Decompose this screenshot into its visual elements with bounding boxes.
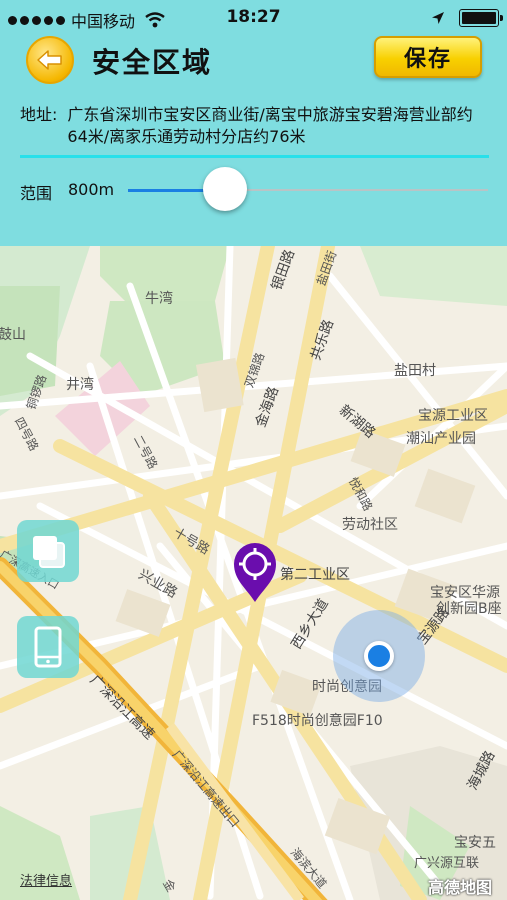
current-location-icon xyxy=(364,641,394,671)
location-arrow-icon xyxy=(432,12,444,24)
map-pin-icon[interactable] xyxy=(232,542,278,604)
map-label: 鼓山 xyxy=(0,327,26,343)
phone-device-icon xyxy=(34,626,62,668)
map-label: 盐田村 xyxy=(394,363,436,379)
layers-button[interactable] xyxy=(17,520,79,582)
page-title: 安全区域 xyxy=(92,46,213,79)
map-view[interactable]: 牛湾 井湾 鼓山 铜锣路 四号路 二号路 十号路 兴业路 广深高速入口 双锦路 … xyxy=(0,246,507,900)
map-label: 井湾 xyxy=(66,377,94,393)
status-bar: 中国移动 18:27 xyxy=(0,0,507,34)
range-label: 范围 xyxy=(20,184,53,203)
back-button[interactable] xyxy=(26,36,74,84)
map-label: 劳动社区 xyxy=(342,517,398,533)
map-label: 广兴源互联 xyxy=(414,856,480,871)
map-label: 潮汕产业园 xyxy=(406,431,476,447)
top-panel: 中国移动 18:27 安全区域 保存 地址: 广东省深圳市宝安区商业街/离宝中旅… xyxy=(0,0,507,246)
divider xyxy=(20,155,489,158)
map-brand-logo: 高德地图 xyxy=(428,878,493,897)
map-label: F518时尚创意园F10 xyxy=(252,713,383,729)
status-right xyxy=(431,9,503,27)
range-value: 800m xyxy=(68,180,115,199)
save-button[interactable]: 保存 xyxy=(374,36,482,78)
address-block: 地址: 广东省深圳市宝安区商业街/离宝中旅游宝安碧海营业部约64米/离家乐通劳动… xyxy=(20,104,490,148)
layers-icon xyxy=(33,536,65,568)
address-label: 地址: xyxy=(20,105,58,124)
address-text: 广东省深圳市宝安区商业街/离宝中旅游宝安碧海营业部约64米/离家乐通劳动村分店约… xyxy=(67,105,473,146)
legal-info-link[interactable]: 法律信息 xyxy=(20,870,72,889)
map-label: 宝安五 xyxy=(454,835,496,851)
nav-bar: 安全区域 保存 xyxy=(0,34,507,90)
map-label: 牛湾 xyxy=(145,291,173,307)
map-label: 宝源工业区 xyxy=(418,408,488,424)
range-slider-track[interactable] xyxy=(128,188,488,192)
battery-icon xyxy=(459,9,503,27)
back-arrow-icon xyxy=(37,50,62,70)
device-button[interactable] xyxy=(17,616,79,678)
map-label: 第二工业区 xyxy=(280,567,350,583)
range-slider-thumb[interactable] xyxy=(203,167,248,211)
